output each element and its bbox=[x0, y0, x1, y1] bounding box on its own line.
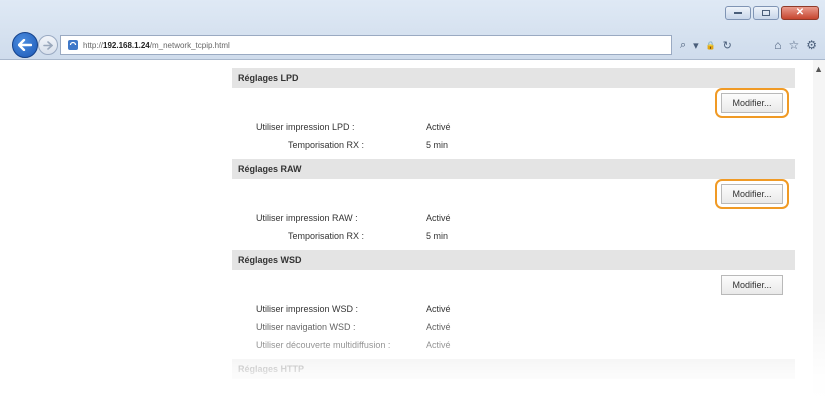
page-viewport: Réglages LPD Modifier... Utiliser impres… bbox=[0, 60, 825, 401]
setting-value: Activé bbox=[426, 122, 451, 132]
arrow-right-icon bbox=[43, 40, 53, 50]
setting-label: Utiliser impression RAW : bbox=[256, 213, 358, 223]
setting-label: Utiliser navigation WSD : bbox=[256, 322, 356, 332]
section-title: Réglages RAW bbox=[232, 159, 795, 179]
arrow-left-icon bbox=[18, 39, 32, 51]
setting-label: Utiliser découverte multidiffusion : bbox=[256, 340, 391, 350]
setting-row: Utiliser impression RAW : Activé bbox=[232, 209, 795, 227]
section-lpd: Réglages LPD Modifier... Utiliser impres… bbox=[232, 68, 795, 154]
section-title: Réglages WSD bbox=[232, 250, 795, 270]
setting-value: Activé bbox=[426, 213, 451, 223]
scroll-up-icon[interactable]: ▲ bbox=[814, 64, 823, 74]
section-wsd: Réglages WSD Modifier... Utiliser impres… bbox=[232, 250, 795, 354]
refresh-icon[interactable]: ↻ bbox=[723, 39, 732, 52]
setting-row: Utiliser impression LPD : Activé bbox=[232, 118, 795, 136]
section-body: Modifier... Utiliser impression RAW : Ac… bbox=[232, 179, 795, 245]
browser-chrome: ✕ http://192.168.1.24/m_network_tcpip.ht… bbox=[0, 0, 825, 60]
setting-value: Activé bbox=[426, 340, 451, 350]
modify-wsd-button[interactable]: Modifier... bbox=[721, 275, 783, 295]
address-tools: ⌕ ▾ 🔒 ↻ bbox=[680, 35, 732, 55]
section-title: Réglages LPD bbox=[232, 68, 795, 88]
button-row: Modifier... bbox=[232, 179, 795, 209]
button-row: Modifier... bbox=[232, 88, 795, 118]
settings-icon[interactable]: ⚙ bbox=[806, 38, 817, 52]
page-icon bbox=[68, 40, 78, 50]
url-text: http://192.168.1.24/m_network_tcpip.html bbox=[83, 41, 230, 50]
minimize-button[interactable] bbox=[725, 6, 751, 20]
scrollbar[interactable]: ▲ bbox=[813, 60, 825, 401]
setting-row: Utiliser navigation WSD : Activé bbox=[232, 318, 795, 336]
setting-value: 5 min bbox=[426, 231, 449, 241]
favorites-icon[interactable]: ☆ bbox=[788, 38, 799, 52]
forward-button[interactable] bbox=[38, 35, 58, 55]
address-bar[interactable]: http://192.168.1.24/m_network_tcpip.html bbox=[60, 35, 672, 55]
setting-label: Utiliser impression WSD : bbox=[256, 304, 359, 314]
maximize-button[interactable] bbox=[753, 6, 779, 20]
modify-lpd-button[interactable]: Modifier... bbox=[721, 93, 783, 113]
setting-label: Utiliser impression LPD : bbox=[256, 122, 355, 132]
section-body: Modifier... Utiliser impression WSD : Ac… bbox=[232, 270, 795, 354]
url-path: /m_network_tcpip.html bbox=[149, 40, 230, 50]
section-body: Modifier... Utiliser impression LPD : Ac… bbox=[232, 88, 795, 154]
setting-value: Activé bbox=[426, 304, 451, 314]
section-title: Réglages HTTP bbox=[232, 359, 795, 379]
close-button[interactable]: ✕ bbox=[781, 6, 819, 20]
window-controls: ✕ bbox=[725, 6, 819, 20]
setting-label: Temporisation RX : bbox=[288, 140, 365, 150]
url-prefix: http:// bbox=[83, 40, 104, 50]
search-icon[interactable]: ⌕ bbox=[680, 39, 686, 52]
close-icon: ✕ bbox=[795, 7, 805, 18]
settings-content: Réglages LPD Modifier... Utiliser impres… bbox=[232, 68, 795, 379]
setting-row: Utiliser impression WSD : Activé bbox=[232, 300, 795, 318]
section-http: Réglages HTTP bbox=[232, 359, 795, 379]
setting-value: 5 min bbox=[426, 140, 449, 150]
certificate-icon[interactable]: 🔒 bbox=[706, 41, 716, 50]
setting-row: Utiliser découverte multidiffusion : Act… bbox=[232, 336, 795, 354]
section-raw: Réglages RAW Modifier... Utiliser impres… bbox=[232, 159, 795, 245]
button-row: Modifier... bbox=[232, 270, 795, 300]
setting-row: Temporisation RX : 5 min bbox=[232, 227, 795, 245]
browser-tools: ⌂ ☆ ⚙ bbox=[774, 35, 817, 55]
dropdown-icon[interactable]: ▾ bbox=[693, 39, 699, 52]
home-icon[interactable]: ⌂ bbox=[774, 38, 781, 52]
back-button[interactable] bbox=[12, 32, 38, 58]
maximize-icon bbox=[762, 10, 770, 16]
setting-value: Activé bbox=[426, 322, 451, 332]
minimize-icon bbox=[734, 12, 742, 14]
setting-row: Temporisation RX : 5 min bbox=[232, 136, 795, 154]
setting-label: Temporisation RX : bbox=[288, 231, 365, 241]
modify-raw-button[interactable]: Modifier... bbox=[721, 184, 783, 204]
url-host: 192.168.1.24 bbox=[103, 40, 150, 50]
